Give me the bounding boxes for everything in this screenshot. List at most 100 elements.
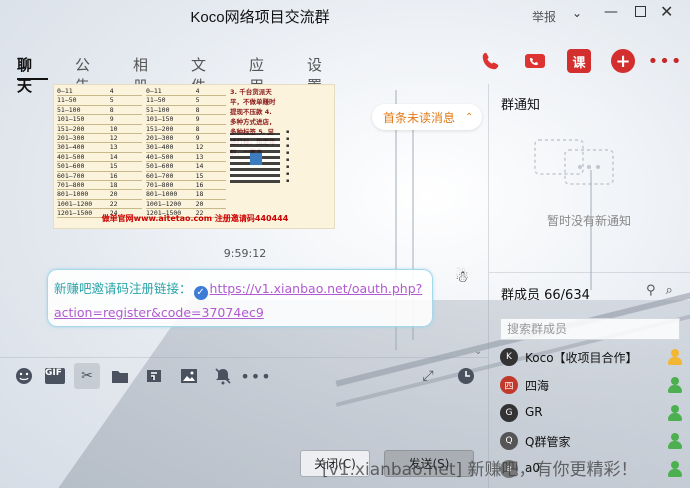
image-table-row: 101—150 9 (57, 115, 142, 125)
members-title: 群成员 66/634 (501, 288, 590, 303)
shield-icon: ✓ (193, 286, 208, 300)
members-actions: ⚲ ⌕ (636, 283, 673, 298)
chat-area: 0—11 4 11—50 5 51—100 8 101—150 9 151—200 10 201—3… (0, 84, 488, 357)
image-table-row: 1001—1200 20 (146, 200, 226, 210)
expand-icon[interactable]: ⤢ (415, 363, 441, 389)
member-item[interactable]: G GR (500, 402, 685, 426)
history-icon[interactable] (453, 363, 479, 389)
image-table-row: 501—600 15 (57, 162, 142, 172)
message-link-continued[interactable]: action=register&code=37074ec9 (54, 305, 264, 320)
window-title: Koco网络项目交流群 (190, 9, 330, 26)
image-table-mid: 0—11 4 11—50 5 51—100 8 101—150 9 151—200 8 201—30… (146, 87, 226, 219)
qr-logo-icon (250, 153, 262, 165)
phone-icon[interactable] (479, 49, 503, 73)
scissors-icon[interactable]: ✂ (74, 363, 100, 389)
maximize-button[interactable] (635, 6, 646, 17)
image-table-row: 11—50 5 (146, 96, 226, 106)
image-feature-list: ▪ ▪ ▪ ▪ ▪ ▪ ▪ ▪ (286, 129, 290, 184)
chat-image-message[interactable]: 0—11 4 11—50 5 51—100 8 101—150 9 151—200 10 201—3… (53, 84, 335, 229)
video-call-icon[interactable] (523, 49, 547, 73)
title-bar: Koco网络项目交流群 举报 ⌄ — ✕ (0, 0, 690, 34)
member-search-input[interactable] (500, 318, 680, 340)
input-divider (0, 357, 488, 358)
gif-icon[interactable]: GIF (42, 363, 68, 389)
notice-empty-text: 暂时没有新通知 (546, 214, 631, 228)
message-text: 新赚吧邀请码注册链接： (54, 281, 192, 296)
image-table-row: 601—700 16 (57, 172, 142, 181)
image-table-row: 151—200 8 (146, 125, 226, 134)
first-unread-button[interactable]: 首条未读消息 ⌃ (372, 104, 482, 130)
course-button[interactable]: 课 (567, 49, 591, 73)
admin-icon (667, 432, 683, 450)
first-unread-label: 首条未读消息 (383, 110, 456, 125)
member-name: a0 (525, 461, 540, 475)
close-button[interactable]: 关闭(C) (300, 450, 370, 477)
emoji-icon[interactable] (11, 363, 37, 389)
member-name: Koco【收项目合作】 (525, 351, 638, 365)
folder-icon-glyph (112, 370, 128, 383)
image-table-row: 0—11 4 (146, 87, 226, 97)
close-window-button[interactable]: ✕ (660, 2, 673, 21)
member-item[interactable]: a a0 (500, 458, 685, 482)
sender-avatar[interactable]: ☃ (451, 267, 473, 289)
bell-off-icon (215, 368, 231, 385)
minimize-button[interactable]: — (604, 4, 618, 20)
panel-divider (488, 84, 489, 488)
right-panel-divider (489, 272, 690, 273)
image-table-row: 201—300 12 (57, 134, 142, 144)
dice-icon[interactable] (141, 363, 167, 389)
avatar: Q (500, 432, 518, 450)
member-name: Q群管家 (525, 435, 571, 449)
add-icon[interactable]: + (611, 49, 635, 73)
clock-icon (458, 368, 474, 384)
phone-icon-glyph (482, 52, 499, 70)
image-table-row: 101—150 9 (146, 115, 226, 125)
report-button[interactable]: 举报 (532, 8, 556, 25)
input-toolbar: GIF ✂ ••• ⤢ (0, 363, 488, 391)
image-table-row: 601—700 15 (146, 172, 226, 181)
avatar: K (500, 348, 518, 366)
image-table-row: 11—50 5 (57, 96, 142, 106)
more-tools-icon[interactable]: ••• (240, 363, 270, 389)
member-name: 四海 (525, 379, 550, 393)
image-table-row: 0—11 4 (57, 87, 142, 97)
double-chevron-up-icon: ⌃ (465, 111, 474, 123)
avatar: a (500, 460, 518, 478)
mute-icon[interactable] (210, 363, 236, 389)
more-icon[interactable]: ••• (648, 49, 682, 73)
folder-icon[interactable] (107, 363, 133, 389)
image-icon[interactable] (176, 363, 202, 389)
image-table-row: 151—200 10 (57, 125, 142, 134)
chevron-down-icon[interactable]: ⌄ (572, 6, 582, 20)
member-item[interactable]: Q Q群管家 (500, 430, 685, 454)
admin-icon (667, 460, 683, 478)
member-item[interactable]: 四 四海 (500, 374, 685, 398)
image-table-row: 401—500 14 (57, 153, 142, 163)
gif-label: GIF (45, 368, 65, 384)
image-table-row: 201—300 9 (146, 134, 226, 144)
image-table-row: 51—100 8 (146, 106, 226, 116)
message-bubble: 新赚吧邀请码注册链接： ✓ https://v1.xianbao.net/oauth… (47, 269, 433, 327)
message-link[interactable]: https://v1.xianbao.net/oauth.php? (210, 281, 423, 296)
active-tab-indicator (17, 78, 48, 80)
search-icon[interactable]: ⌕ (666, 283, 673, 298)
image-table-row: 301—400 12 (146, 143, 226, 153)
image-table-row: 401—500 13 (146, 153, 226, 163)
add-member-icon[interactable]: ⚲ (646, 283, 656, 298)
chevron-down-icon[interactable]: ⌄ (474, 346, 482, 357)
video-icon-glyph (525, 54, 545, 68)
avatar: G (500, 404, 518, 422)
image-table-row: 801—1000 20 (57, 190, 142, 200)
image-table-row: 301—400 13 (57, 143, 142, 153)
image-table-row: 701—800 16 (146, 181, 226, 191)
emoji-icon-glyph (16, 368, 32, 384)
image-icon-glyph (181, 369, 197, 383)
member-item[interactable]: K Koco【收项目合作】 (500, 346, 685, 370)
admin-icon (667, 404, 683, 422)
send-button[interactable]: 发送(S) (384, 450, 474, 477)
image-table-row: 801—1000 18 (146, 190, 226, 200)
image-table-row: 1001—1200 22 (57, 200, 142, 210)
dice-icon-glyph (147, 370, 161, 382)
image-table-left: 0—11 4 11—50 5 51—100 8 101—150 9 151—200 10 201—3… (57, 87, 142, 219)
admin-icon (667, 376, 683, 394)
